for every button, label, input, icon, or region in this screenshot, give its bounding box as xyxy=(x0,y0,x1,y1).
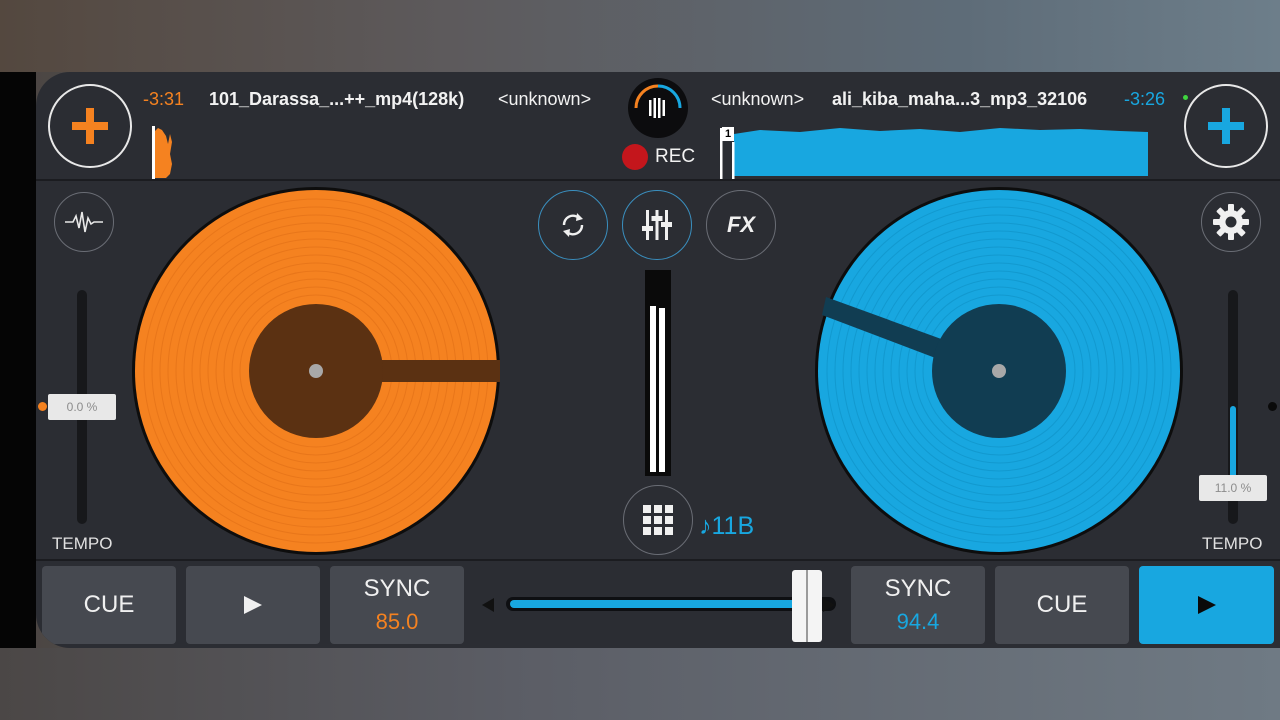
deck-a-tempo-value[interactable]: 0.0 % xyxy=(48,394,116,420)
controls-divider xyxy=(36,559,1280,561)
deck-b-bpm: 94.4 xyxy=(896,609,940,634)
crossfader-handle[interactable] xyxy=(792,570,822,642)
deck-b-tempo-value[interactable]: 11.0 % xyxy=(1199,475,1267,501)
record-dot-icon xyxy=(622,144,648,170)
deck-b-artist: <unknown> xyxy=(711,89,805,109)
plus-icon xyxy=(72,108,108,144)
play-icon xyxy=(1197,596,1216,614)
crossfader-left-arrow-icon xyxy=(482,598,494,612)
fx-label: FX xyxy=(726,212,756,237)
vinyl-icon xyxy=(634,84,682,118)
gear-icon xyxy=(1213,204,1249,240)
crossfader-handle-line xyxy=(806,570,808,642)
grid-icon xyxy=(643,505,673,535)
deck-a-turntable[interactable] xyxy=(130,185,502,557)
deck-b-tempo-indicator xyxy=(1268,402,1277,411)
loop-sync-button[interactable] xyxy=(538,190,608,260)
deck-a-play-button[interactable] xyxy=(186,566,320,644)
deck-b-track-title: ali_kiba_maha...3_mp3_32106 xyxy=(832,89,1088,109)
waveform-button[interactable] xyxy=(54,192,114,252)
deck-b-add-button[interactable] xyxy=(1184,84,1268,168)
sync-icon xyxy=(562,213,584,237)
deck-b-play-button[interactable] xyxy=(1139,566,1274,644)
screen-edge xyxy=(0,72,36,648)
crossfader-right-arrow-icon xyxy=(823,598,835,612)
vinyl-logo[interactable] xyxy=(628,78,688,138)
header-divider xyxy=(36,179,1280,181)
deck-b-turntable[interactable] xyxy=(813,185,1185,557)
bottom-backdrop xyxy=(0,648,1280,720)
deck-a-add-button[interactable] xyxy=(48,84,132,168)
record-label: REC xyxy=(655,146,696,167)
deck-b-cue-label: CUE xyxy=(1036,591,1088,618)
deck-a-tempo-indicator xyxy=(38,402,47,411)
crossfader-fill xyxy=(510,600,810,608)
vu-meter xyxy=(645,270,671,476)
deck-b-time: -3:26 xyxy=(1124,89,1166,109)
dj-app: -3:31 101_Darassa_...++_mp4(128k) <unkno… xyxy=(36,72,1280,648)
play-icon xyxy=(244,596,262,614)
deck-a-bpm: 85.0 xyxy=(375,609,419,634)
deck-b-sync-label: SYNC xyxy=(884,575,952,602)
top-backdrop xyxy=(0,0,1280,72)
deck-a-artist: <unknown> xyxy=(498,89,592,109)
vu-meter-left-channel xyxy=(650,306,656,472)
deck-a-waveform[interactable] xyxy=(150,124,180,180)
mixer-icon xyxy=(642,210,672,240)
deck-a-tempo-label: TEMPO xyxy=(52,534,113,553)
status-dot xyxy=(1183,95,1188,100)
settings-button[interactable] xyxy=(1201,192,1261,252)
deck-b-sync-button[interactable]: SYNC 94.4 xyxy=(851,566,985,644)
waveform-icon xyxy=(65,211,103,233)
plus-icon xyxy=(1208,108,1244,144)
mixer-button[interactable] xyxy=(622,190,692,260)
deck-a-cue-label: CUE xyxy=(83,591,135,618)
deck-a-track-title: 101_Darassa_...++_mp4(128k) xyxy=(209,89,465,109)
deck-a-cue-button[interactable]: CUE xyxy=(42,566,176,644)
deck-b-cue-button[interactable]: CUE xyxy=(995,566,1129,644)
deck-b-cue-marker: 1 xyxy=(722,127,734,141)
vu-meter-right-channel xyxy=(659,308,665,472)
pads-button[interactable] xyxy=(623,485,693,555)
deck-b-tempo-label: TEMPO xyxy=(1202,534,1263,553)
deck-b-waveform[interactable]: 1 xyxy=(720,124,1150,180)
fx-button[interactable]: FX xyxy=(706,190,776,260)
deck-a-sync-label: SYNC xyxy=(363,575,431,602)
deck-b-key: ♪11B xyxy=(699,512,755,540)
deck-a-sync-button[interactable]: SYNC 85.0 xyxy=(330,566,464,644)
deck-a-time: -3:31 xyxy=(143,89,185,109)
record-button[interactable]: REC xyxy=(620,144,700,170)
crossfader[interactable] xyxy=(476,566,846,644)
